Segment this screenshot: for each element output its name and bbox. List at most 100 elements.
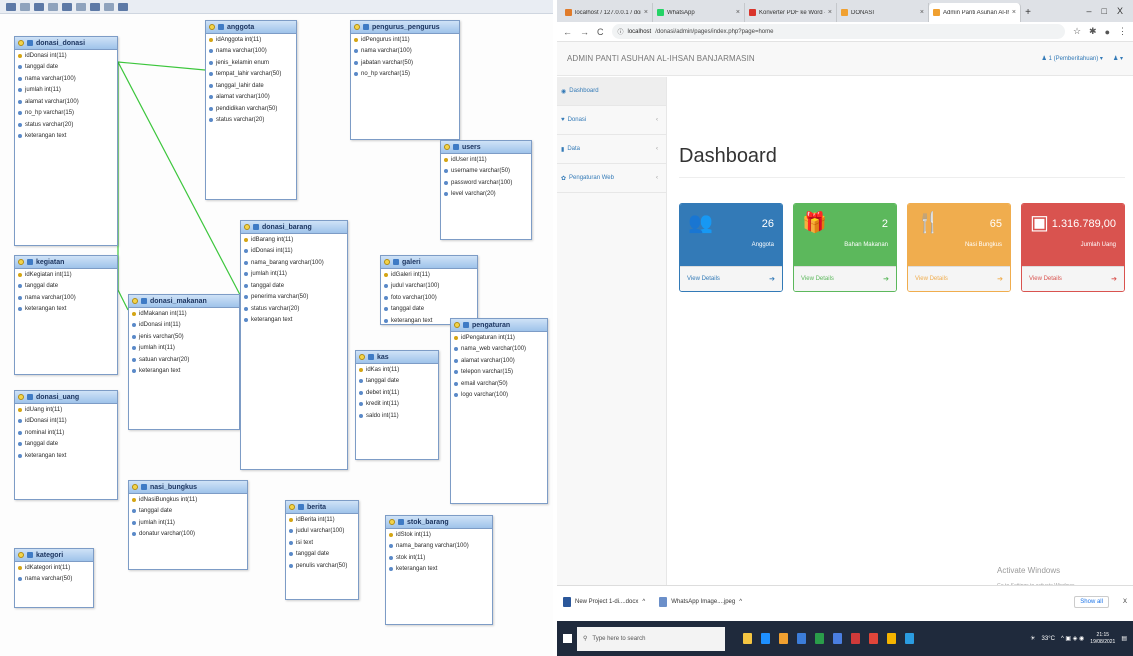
designer-tool-icon[interactable]: [118, 2, 128, 11]
er-table[interactable]: users idUser int(11) username varchar(50) p…: [440, 140, 532, 240]
taskbar-app-icon[interactable]: [797, 633, 806, 644]
toggle-icon[interactable]: [209, 24, 215, 30]
view-details-link[interactable]: View Details ➔: [680, 266, 782, 291]
taskbar-app-icon[interactable]: [905, 633, 914, 644]
er-table[interactable]: berita idBerita int(11) judul varchar(100)…: [285, 500, 359, 600]
sidebar-item-pengaturan-web[interactable]: ✿ Pengaturan Web ‹: [557, 164, 666, 193]
taskbar-app-icon[interactable]: [851, 633, 860, 644]
toggle-icon[interactable]: [384, 259, 390, 265]
profile-icon[interactable]: ●: [1105, 27, 1110, 37]
brand-title[interactable]: ADMIN PANTI ASUHAN AL-IHSAN BANJARMASIN: [567, 54, 755, 63]
taskbar-app-icon[interactable]: [779, 633, 788, 644]
notification-center-icon[interactable]: ▤: [1121, 635, 1127, 642]
designer-tool-icon[interactable]: [6, 2, 16, 11]
toggle-icon[interactable]: [444, 144, 450, 150]
toggle-icon[interactable]: [18, 394, 24, 400]
er-table[interactable]: pengaturan idPengaturan int(11) nama_web v…: [450, 318, 548, 504]
er-table[interactable]: donasi_uang idUang int(11) idDonasi int(11…: [14, 390, 118, 500]
maximize-icon[interactable]: □: [1102, 6, 1107, 16]
browser-tab[interactable]: localhost / 127.0.0.1 / donasi×: [561, 3, 653, 22]
clock[interactable]: 21:15 19/08/2021: [1090, 632, 1115, 646]
notifications-dropdown[interactable]: ♟ 1 (Pemberitahuan) ▾: [1042, 55, 1103, 62]
download-item[interactable]: New Project 1-di....docx ^: [563, 597, 645, 607]
er-table-header[interactable]: pengurus_pengurus: [351, 21, 459, 34]
toggle-icon[interactable]: [389, 519, 395, 525]
designer-tool-icon[interactable]: [104, 2, 114, 11]
close-downloads-icon[interactable]: X: [1123, 599, 1127, 605]
download-item[interactable]: WhatsApp Image....jpeg ^: [659, 597, 742, 607]
er-table[interactable]: kegiatan idKegiatan int(11) tanggal date na…: [14, 255, 118, 375]
weather-temp[interactable]: 33°C: [1042, 636, 1055, 642]
er-table-header[interactable]: anggota: [206, 21, 296, 34]
er-table[interactable]: pengurus_pengurus idPengurus int(11) nama …: [350, 20, 460, 140]
er-table-header[interactable]: donasi_barang: [241, 221, 347, 234]
browser-tab[interactable]: WhatsApp ×: [653, 3, 745, 22]
designer-tool-icon[interactable]: [76, 2, 86, 11]
toggle-icon[interactable]: [18, 552, 24, 558]
toggle-icon[interactable]: [132, 484, 138, 490]
new-tab-button[interactable]: +: [1021, 3, 1035, 22]
chevron-up-icon[interactable]: ^: [739, 599, 742, 605]
er-table-header[interactable]: users: [441, 141, 531, 154]
er-table[interactable]: stok_barang idStok int(11) nama_barang var…: [385, 515, 493, 625]
taskbar-search-input[interactable]: ⚲ Type here to search: [577, 626, 725, 651]
toggle-icon[interactable]: [454, 322, 460, 328]
er-table-header[interactable]: kas: [356, 351, 438, 364]
toggle-icon[interactable]: [289, 504, 295, 510]
designer-tool-icon[interactable]: [90, 2, 100, 11]
info-icon[interactable]: ⓘ: [618, 27, 624, 36]
taskbar-app-icon[interactable]: [833, 633, 842, 644]
taskbar-app-icon[interactable]: [887, 633, 896, 644]
er-table-header[interactable]: nasi_bungkus: [129, 481, 247, 494]
taskbar-app-icon[interactable]: [743, 633, 752, 644]
close-tab-icon[interactable]: ×: [828, 9, 832, 16]
designer-tool-icon[interactable]: [48, 2, 58, 11]
er-table-header[interactable]: stok_barang: [386, 516, 492, 529]
sidebar-item-data[interactable]: ▮ Data ‹: [557, 135, 666, 164]
er-table-header[interactable]: donasi_uang: [15, 391, 117, 404]
forward-icon[interactable]: →: [580, 27, 589, 37]
minimize-icon[interactable]: –: [1087, 6, 1092, 16]
close-tab-icon[interactable]: ×: [920, 9, 924, 16]
extension-icon[interactable]: ✱: [1089, 26, 1097, 37]
er-table-header[interactable]: kegiatan: [15, 256, 117, 269]
start-button[interactable]: [557, 621, 577, 656]
taskbar-app-icon[interactable]: [761, 633, 770, 644]
chevron-up-icon[interactable]: ^: [642, 599, 645, 605]
toggle-icon[interactable]: [132, 298, 138, 304]
er-table-header[interactable]: pengaturan: [451, 319, 547, 332]
close-icon[interactable]: X: [1117, 6, 1123, 16]
taskbar-app-icon[interactable]: [869, 633, 878, 644]
er-table[interactable]: donasi_barang idBarang int(11) idDonasi in…: [240, 220, 348, 470]
back-icon[interactable]: ←: [563, 27, 572, 37]
sidebar-item-dashboard[interactable]: ◉ Dashboard: [557, 77, 666, 106]
toggle-icon[interactable]: [18, 40, 24, 46]
view-details-link[interactable]: View Details ➔: [908, 266, 1010, 291]
er-table[interactable]: donasi_makanan idMakanan int(11) idDonasi …: [128, 294, 240, 430]
er-table-header[interactable]: donasi_donasi: [15, 37, 117, 50]
sidebar-item-donasi[interactable]: ♥ Donasi ‹: [557, 106, 666, 135]
browser-tab[interactable]: Admin Panti Asuhan Al-Ihsan×: [929, 3, 1021, 22]
designer-tool-icon[interactable]: [34, 2, 44, 11]
er-table[interactable]: kategori idKategori int(11) nama varchar(5…: [14, 548, 94, 608]
er-table-header[interactable]: berita: [286, 501, 358, 514]
toggle-icon[interactable]: [354, 24, 360, 30]
browser-tab[interactable]: DONASI ×: [837, 3, 929, 22]
er-table[interactable]: galeri idGaleri int(11) judul varchar(100)…: [380, 255, 478, 325]
weather-icon[interactable]: ☀: [1030, 635, 1035, 642]
er-table-header[interactable]: kategori: [15, 549, 93, 562]
toggle-icon[interactable]: [244, 224, 250, 230]
er-table[interactable]: nasi_bungkus idNasiBungkus int(11) tanggal…: [128, 480, 248, 570]
er-table[interactable]: anggota idAnggota int(11) nama varchar(100…: [205, 20, 297, 200]
close-tab-icon[interactable]: ×: [736, 9, 740, 16]
designer-tool-icon[interactable]: [62, 2, 72, 11]
view-details-link[interactable]: View Details ➔: [794, 266, 896, 291]
reload-icon[interactable]: C: [597, 27, 604, 37]
tray-icons[interactable]: ^ ▣ ◈ ◉: [1061, 635, 1084, 642]
close-tab-icon[interactable]: ×: [644, 9, 648, 16]
er-table[interactable]: kas idKas int(11) tanggal date debet int(11…: [355, 350, 439, 460]
close-tab-icon[interactable]: ×: [1012, 9, 1016, 16]
star-icon[interactable]: ☆: [1073, 26, 1081, 37]
designer-tool-icon[interactable]: [20, 2, 30, 11]
toggle-icon[interactable]: [18, 259, 24, 265]
